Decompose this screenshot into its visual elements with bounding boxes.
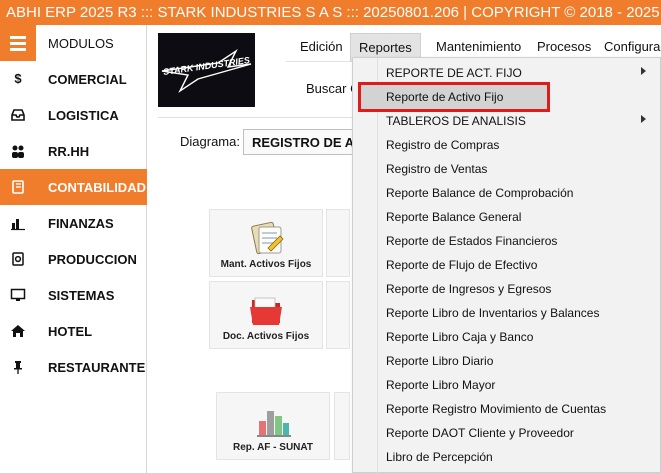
tile-mant-activos-fijos[interactable]: Mant. Activos Fijos (209, 209, 323, 277)
menu-item-flujo-efectivo[interactable]: Reporte de Flujo de Efectivo (353, 253, 660, 277)
submenu-arrow-icon (641, 67, 646, 75)
menu-item-label: Reporte Libro Mayor (386, 378, 496, 392)
sidebar-item-label: RESTAURANTE (48, 360, 146, 375)
menu-item-tableros-analisis[interactable]: TABLEROS DE ANALISIS (353, 109, 660, 133)
sidebar-item-hotel[interactable]: HOTEL (0, 313, 147, 349)
menu-procesos[interactable]: Procesos (537, 39, 591, 54)
window-title-bar: ABHI ERP 2025 R3 ::: STARK INDUSTRIES S … (0, 0, 661, 25)
tile-doc-activos-fijos[interactable]: Doc. Activos Fijos (209, 281, 323, 349)
sidebar: MODULOS $ COMERCIAL LOGISTICA RR.HH CONT… (0, 25, 147, 473)
menu-item-label: Reporte DAOT Cliente y Proveedor (386, 426, 574, 440)
bar-chart-icon (10, 215, 26, 231)
menu-item-estados-financieros[interactable]: Reporte de Estados Financieros (353, 229, 660, 253)
home-icon (10, 323, 26, 339)
menu-configuracion[interactable]: Configuració (604, 39, 661, 54)
menu-item-label: Reporte de Flujo de Efectivo (386, 258, 538, 272)
menu-item-label: REPORTE DE ACT. FIJO (386, 66, 522, 80)
sidebar-item-label: HOTEL (48, 324, 93, 339)
menu-item-balance-general[interactable]: Reporte Balance General (353, 205, 660, 229)
menu-item-label: Reporte Libro Caja y Banco (386, 330, 534, 344)
menu-item-label: Reporte Libro Diario (386, 354, 494, 368)
monitor-icon (10, 287, 26, 303)
sidebar-item-logistica[interactable]: LOGISTICA (0, 97, 147, 133)
sidebar-item-contabilidad[interactable]: CONTABILIDAD (0, 169, 147, 205)
menu-item-label: Reporte de Activo Fijo (386, 90, 504, 104)
menu-item-label: Libro de Percepción (386, 450, 493, 464)
menu-item-movimiento-cuentas[interactable]: Reporte Registro Movimiento de Cuentas (353, 397, 660, 421)
menu-item-label: Reporte de Estados Financieros (386, 234, 558, 248)
menu-item-caja-banco[interactable]: Reporte Libro Caja y Banco (353, 325, 660, 349)
book-icon (10, 179, 26, 195)
dollar-icon: $ (14, 71, 22, 86)
menu-item-label: Reporte Registro Movimiento de Cuentas (386, 402, 607, 416)
tile-partial[interactable] (334, 392, 350, 460)
menu-item-registro-compras[interactable]: Registro de Compras (353, 133, 660, 157)
pin-icon (10, 359, 26, 375)
gear-icon (10, 251, 26, 267)
company-logo: STARK INDUSTRIES (158, 33, 255, 107)
users-icon (10, 143, 26, 159)
tile-label: Doc. Activos Fijos (222, 331, 310, 342)
menu-item-label: Reporte Balance de Comprobación (386, 186, 574, 200)
menu-item-reporte-act-fijo[interactable]: REPORTE DE ACT. FIJO (353, 61, 660, 85)
hamburger-menu-icon[interactable] (0, 25, 36, 61)
sidebar-item-label: CONTABILIDAD (48, 180, 146, 195)
sidebar-item-label: PRODUCCION (48, 252, 137, 267)
sidebar-item-restaurante[interactable]: RESTAURANTE (0, 349, 147, 385)
diagram-label: Diagrama: (180, 134, 240, 149)
sidebar-item-label: RR.HH (48, 144, 90, 159)
sidebar-item-label: COMERCIAL (48, 72, 127, 87)
menu-item-label: TABLEROS DE ANALISIS (386, 114, 526, 128)
clipboard-icon (246, 218, 286, 263)
menu-item-reporte-activo-fijo[interactable]: Reporte de Activo Fijo (358, 82, 550, 112)
sidebar-item-produccion[interactable]: PRODUCCION (0, 241, 147, 277)
menu-item-registro-ventas[interactable]: Registro de Ventas (353, 157, 660, 181)
submenu-arrow-icon (641, 115, 646, 123)
diagram-select[interactable]: REGISTRO DE ACT (243, 129, 363, 155)
menu-item-label: Registro de Ventas (386, 162, 488, 176)
tile-label: Mant. Activos Fijos (220, 259, 312, 270)
sidebar-item-comercial[interactable]: $ COMERCIAL (0, 61, 147, 97)
menu-item-libro-mayor[interactable]: Reporte Libro Mayor (353, 373, 660, 397)
sidebar-item-label: FINANZAS (48, 216, 114, 231)
menu-item-balance-comprobacion[interactable]: Reporte Balance de Comprobación (353, 181, 660, 205)
sidebar-item-label: LOGISTICA (48, 108, 119, 123)
menu-item-ingresos-egresos[interactable]: Reporte de Ingresos y Egresos (353, 277, 660, 301)
tile-label: Rep. AF - SUNAT (233, 442, 313, 453)
bar-chart-icon (253, 401, 293, 446)
tile-rep-af-sunat[interactable]: Rep. AF - SUNAT (216, 392, 330, 460)
sidebar-header: MODULOS (0, 25, 147, 61)
menu-mantenimiento[interactable]: Mantenimiento (436, 39, 521, 54)
window-title: ABHI ERP 2025 R3 ::: STARK INDUSTRIES S … (6, 4, 660, 21)
diagram-select-value: REGISTRO DE ACT (252, 135, 363, 150)
menu-item-label: Registro de Compras (386, 138, 500, 152)
menu-item-libro-percepcion[interactable]: Libro de Percepción (353, 445, 660, 469)
menu-item-libro-diario[interactable]: Reporte Libro Diario (353, 349, 660, 373)
sidebar-item-label: SISTEMAS (48, 288, 115, 303)
folder-icon (246, 290, 286, 335)
reportes-dropdown-menu: REPORTE DE ACT. FIJO Reporte de Activo F… (352, 57, 661, 473)
inbox-icon (10, 107, 26, 123)
menu-item-label: Reporte Balance General (386, 210, 522, 224)
menu-edicion[interactable]: Edición (300, 39, 343, 54)
sidebar-item-sistemas[interactable]: SISTEMAS (0, 277, 147, 313)
menu-item-label: Reporte de Ingresos y Egresos (386, 282, 552, 296)
tile-partial[interactable] (326, 209, 350, 277)
menu-item-inventarios-balances[interactable]: Reporte Libro de Inventarios y Balances (353, 301, 660, 325)
menu-item-label: Reporte Libro de Inventarios y Balances (386, 306, 600, 320)
sidebar-item-finanzas[interactable]: FINANZAS (0, 205, 147, 241)
tile-partial[interactable] (326, 281, 350, 349)
sidebar-item-rrhh[interactable]: RR.HH (0, 133, 147, 169)
sidebar-header-label: MODULOS (48, 36, 114, 51)
menu-item-daot[interactable]: Reporte DAOT Cliente y Proveedor (353, 421, 660, 445)
